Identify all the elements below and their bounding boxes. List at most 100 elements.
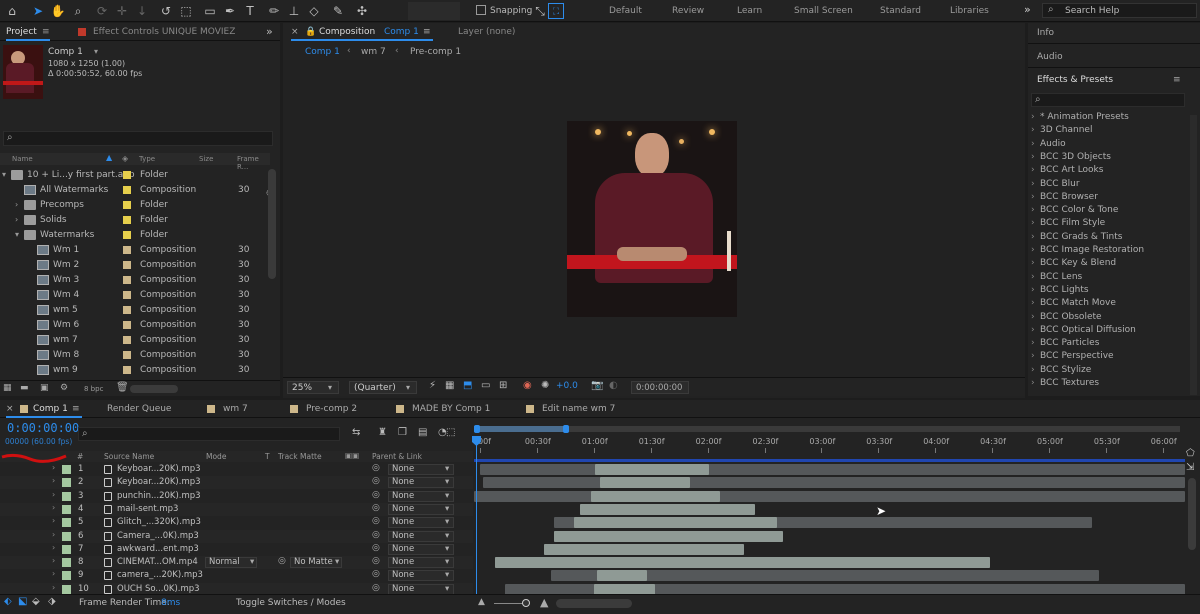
layer-source-name[interactable]: punchin...20K).mp3 [117, 491, 201, 501]
disclosure-triangle-icon[interactable]: › [1031, 378, 1035, 388]
pick-whip-icon[interactable]: ◎ [372, 516, 380, 526]
list-item[interactable]: wm 9 Composition 30 [0, 363, 268, 378]
timeline-search-input[interactable]: ⌕ [78, 427, 340, 441]
tab-composition-name[interactable]: Comp 1 [384, 27, 419, 37]
effect-category[interactable]: BCC Match Move [1040, 298, 1116, 308]
effect-category[interactable]: BCC Particles [1040, 338, 1099, 348]
layer-label-color[interactable] [62, 558, 71, 568]
rotate-tool-icon[interactable]: ↺ [158, 3, 174, 19]
breadcrumb-comp-1[interactable]: Comp 1 [305, 47, 340, 57]
time-ruler[interactable]: 00f 00:30f 01:00f 01:30f 02:00f 02:30f 03:00f 0… [474, 420, 1185, 462]
selection-tool-icon[interactable]: ➤ [30, 3, 46, 19]
show-channel-icon[interactable]: ◉ [523, 380, 532, 391]
new-folder-icon[interactable]: ▬ [20, 383, 29, 393]
list-item[interactable]: wm 7 Composition 30 [0, 333, 268, 348]
layer-source-name[interactable]: Camera_...0K).mp3 [117, 531, 199, 541]
toggle-switches-modes[interactable]: Toggle Switches / Modes [236, 598, 346, 608]
disclosure-triangle-icon[interactable]: › [1031, 165, 1035, 175]
layer-trimmed-bar[interactable] [597, 570, 647, 582]
expand-layer-icon[interactable]: › [52, 556, 55, 565]
label-color-swatch[interactable] [123, 291, 131, 299]
list-item[interactable]: ▾ Watermarks Folder [0, 228, 268, 243]
close-tab-icon[interactable]: × [6, 404, 14, 414]
switches-icon[interactable]: ▣▣ [345, 451, 359, 460]
layer-trimmed-bar[interactable] [580, 503, 755, 515]
layer-source-name[interactable]: awkward...ent.mp3 [117, 544, 199, 554]
layer-switches-icon[interactable]: ⬖ [4, 596, 12, 607]
disclosure-triangle-icon[interactable]: › [15, 200, 18, 209]
layer-label-color[interactable] [62, 571, 71, 581]
list-item[interactable]: Wm 4 Composition 30 [0, 288, 268, 303]
expand-layer-icon[interactable]: › [52, 583, 55, 592]
col-size[interactable]: Size [199, 155, 213, 163]
disclosure-triangle-icon[interactable]: › [15, 215, 18, 224]
effect-category[interactable]: BCC Color & Tone [1040, 205, 1118, 215]
label-color-swatch[interactable] [123, 231, 131, 239]
table-row[interactable]: › 9 camera_...20K).mp3 ◎ None ▾ [0, 569, 473, 583]
transparency-grid-icon[interactable]: ▦ [445, 380, 454, 391]
effect-category[interactable]: BCC Perspective [1040, 351, 1114, 361]
disclosure-triangle-icon[interactable]: › [1031, 325, 1035, 335]
expand-layer-icon[interactable]: › [52, 463, 55, 472]
snapshot-icon[interactable]: 📷 [591, 380, 603, 391]
snap-grid-icon[interactable]: ⛶ [548, 3, 564, 19]
list-item[interactable]: wm 5 Composition 30 [0, 303, 268, 318]
layer-trimmed-bar[interactable] [554, 530, 783, 542]
parent-select[interactable]: None ▾ [388, 543, 454, 555]
table-row[interactable]: › 3 punchin...20K).mp3 ◎ None ▾ [0, 489, 473, 503]
parent-select[interactable]: None ▾ [388, 530, 454, 542]
parent-select[interactable]: None ▾ [388, 464, 454, 475]
effect-category[interactable]: BCC Blur [1040, 179, 1080, 189]
layer-duration-bar[interactable] [474, 490, 1185, 502]
fast-previews-icon[interactable]: ⚡ [429, 380, 436, 391]
parent-select[interactable]: None ▾ [388, 477, 454, 489]
playhead-line[interactable] [476, 436, 477, 596]
comp-marker-bin-icon[interactable]: ⬠ [1186, 448, 1196, 460]
parent-select[interactable]: None ▾ [388, 517, 454, 529]
col-track-matte[interactable]: Track Matte [278, 452, 322, 461]
frame-blending-icon[interactable]: ▤ [418, 427, 427, 438]
disclosure-triangle-icon[interactable]: › [1031, 312, 1035, 322]
disclosure-triangle-icon[interactable]: › [1031, 272, 1035, 282]
dolly-tool-icon[interactable]: ↓ [134, 3, 150, 19]
expand-layer-icon[interactable]: › [52, 543, 55, 552]
expand-layer-icon[interactable]: › [52, 503, 55, 512]
work-area-end-handle[interactable] [563, 425, 569, 433]
tab-made-by-comp-1[interactable]: MADE BY Comp 1 [412, 404, 490, 414]
info-panel-tab[interactable]: Info [1037, 28, 1054, 38]
interpret-footage-icon[interactable]: ▦ [3, 383, 12, 393]
layer-label-color[interactable] [62, 504, 71, 514]
workspace-default[interactable]: Default [609, 6, 642, 16]
effect-category[interactable]: BCC Lights [1040, 285, 1089, 295]
viewer-menu-icon[interactable]: ≡ [423, 27, 431, 37]
project-scrollbar[interactable] [268, 169, 276, 279]
layer-label-color[interactable] [62, 518, 71, 528]
workspace-learn[interactable]: Learn [737, 6, 762, 16]
disclosure-triangle-icon[interactable]: › [1031, 232, 1035, 242]
list-item[interactable]: Wm 2 Composition 30 [0, 258, 268, 273]
disclosure-triangle-icon[interactable]: › [1031, 258, 1035, 268]
workspace-standard[interactable]: Standard [880, 6, 921, 16]
disclosure-triangle-icon[interactable]: › [1031, 298, 1035, 308]
effect-category[interactable]: BCC Obsolete [1040, 312, 1102, 322]
layer-source-name[interactable]: Glitch_...320K).mp3 [117, 517, 201, 527]
disclosure-triangle-icon[interactable]: › [1031, 245, 1035, 255]
disclosure-triangle-icon[interactable]: › [1031, 139, 1035, 149]
project-settings-icon[interactable]: ⚙ [60, 383, 68, 393]
comp-flowchart-icon[interactable]: ⇆ [352, 427, 360, 438]
zoom-tool-icon[interactable]: ⌕ [70, 3, 86, 19]
label-color-swatch[interactable] [123, 246, 131, 254]
search-help-input[interactable]: ⌕ Search Help [1042, 3, 1197, 18]
timeline-zoom-icon[interactable]: ⇲ [1186, 462, 1196, 474]
disclosure-triangle-icon[interactable]: › [1031, 285, 1035, 295]
lock-icon[interactable]: 🔒 [305, 27, 316, 37]
pick-whip-icon[interactable]: ◎ [372, 463, 380, 473]
roto-brush-tool-icon[interactable]: ✎ [330, 3, 346, 19]
effect-category[interactable]: BCC Grads & Tints [1040, 232, 1122, 242]
panel-menu-icon[interactable]: ≡ [42, 27, 50, 37]
sort-ascending-icon[interactable]: ▲ [106, 153, 112, 162]
effect-category[interactable]: * Animation Presets [1040, 112, 1129, 122]
label-column-icon[interactable]: ◈ [122, 154, 128, 163]
effect-category[interactable]: BCC Stylize [1040, 365, 1091, 375]
timeline-menu-icon[interactable]: ≡ [72, 404, 80, 414]
